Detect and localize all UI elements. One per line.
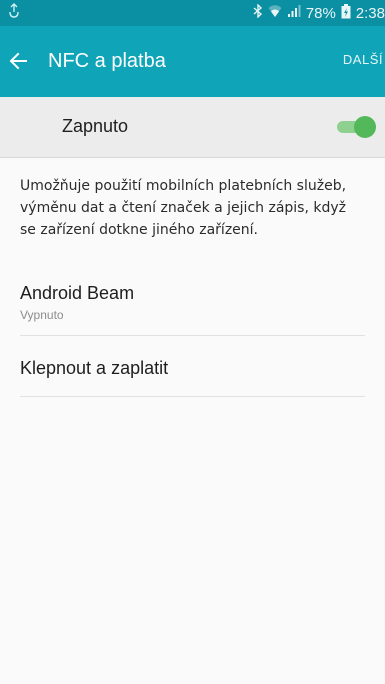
android-beam-status: Vypnuto — [20, 308, 64, 322]
back-button[interactable] — [8, 48, 36, 74]
nfc-settings-screen: 78% 2:38 NFC a platba DALŠÍ Zapnuto Umož… — [0, 0, 385, 684]
nfc-description: Umožňuje použití mobilních platebních sl… — [20, 175, 382, 241]
description-line: Umožňuje použití mobilních platebních sl… — [20, 178, 347, 194]
more-button[interactable]: DALŠÍ — [343, 51, 383, 69]
arrow-left-icon — [9, 52, 27, 70]
nfc-toggle[interactable] — [337, 114, 377, 140]
status-bar: 78% 2:38 — [0, 0, 385, 26]
page-title: NFC a platba — [48, 50, 166, 72]
description-line: výměnu dat a čtení značek a jejich zápis… — [20, 200, 346, 216]
clock: 2:38 — [355, 4, 385, 22]
tap-and-pay-item[interactable]: Klepnout a zaplatit — [20, 336, 365, 397]
android-beam-title: Android Beam — [20, 283, 135, 303]
settings-content: Umožňuje použití mobilních platebních sl… — [0, 158, 385, 684]
toggle-thumb — [354, 116, 376, 138]
app-bar: NFC a platba DALŠÍ — [0, 26, 385, 97]
battery-percent: 78% — [305, 4, 336, 22]
status-icons: 78% 2:38 — [253, 0, 385, 26]
android-beam-item[interactable]: Android Beam Vypnuto — [20, 275, 365, 336]
signal-icon — [287, 4, 301, 22]
master-switch-row[interactable]: Zapnuto — [0, 97, 385, 158]
master-switch-label: Zapnuto — [62, 116, 129, 136]
description-line: se zařízení dotkne jiného zařízení. — [20, 222, 258, 238]
battery-charging-icon — [341, 3, 351, 23]
notification-icon — [8, 3, 20, 21]
wifi-icon — [268, 4, 282, 22]
tap-and-pay-title: Klepnout a zaplatit — [20, 358, 169, 378]
bluetooth-icon — [253, 3, 263, 22]
